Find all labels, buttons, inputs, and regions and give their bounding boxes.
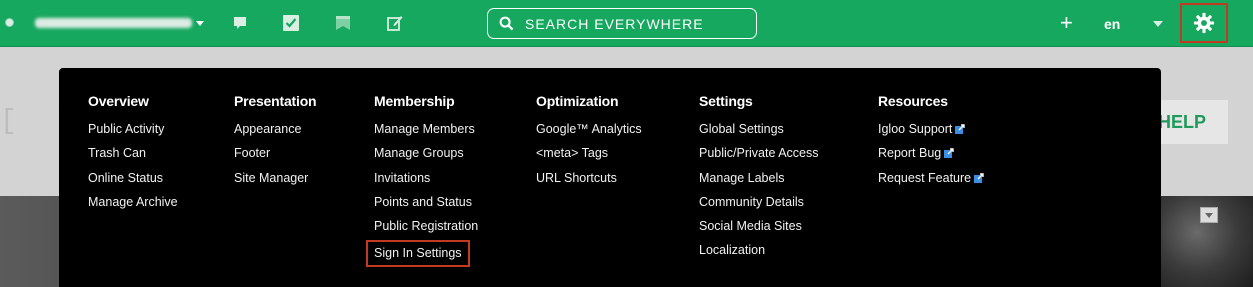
menu-item-global-settings[interactable]: Global Settings [699,122,819,146]
menu-item-public-activity[interactable]: Public Activity [88,122,178,146]
menu-item-sign-in-settings[interactable]: Sign In Settings [366,240,470,268]
menu-item-sign-in-settings-row: Sign In Settings [366,240,478,268]
menu-column-presentation: Presentation Appearance Footer Site Mana… [234,93,317,195]
menu-item-trash-can[interactable]: Trash Can [88,146,178,170]
menu-item-meta-tags[interactable]: <meta> Tags [536,146,642,170]
menu-item-manage-groups[interactable]: Manage Groups [374,146,478,170]
menu-heading-presentation: Presentation [234,93,317,109]
menu-item-manage-archive[interactable]: Manage Archive [88,195,178,219]
menu-item-social-media-sites[interactable]: Social Media Sites [699,219,819,243]
external-link-icon [974,172,984,183]
menu-item-online-status[interactable]: Online Status [88,171,178,195]
menu-item-appearance[interactable]: Appearance [234,122,316,146]
menu-heading-overview: Overview [88,93,149,109]
menu-item-report-bug-row: Report Bug [878,146,984,170]
bookmark-icon[interactable] [333,13,353,33]
admin-settings-menu: Overview Public Activity Trash Can Onlin… [59,68,1161,287]
menu-item-site-manager[interactable]: Site Manager [234,171,316,195]
help-button[interactable]: HELP [1150,100,1228,144]
menu-column-overview: Overview Public Activity Trash Can Onlin… [88,93,178,219]
language-caret-down-icon[interactable] [1153,21,1163,27]
search-icon [499,16,514,31]
menu-heading-optimization: Optimization [536,93,619,109]
site-switcher[interactable] [35,15,204,31]
menu-item-localization[interactable]: Localization [699,243,819,267]
language-selector-label[interactable]: en [1104,16,1120,32]
external-link-icon [944,148,954,159]
menu-item-google-analytics[interactable]: Google™ Analytics [536,122,642,146]
menu-item-manage-labels[interactable]: Manage Labels [699,171,819,195]
menu-item-request-feature[interactable]: Request Feature [878,171,971,185]
menu-column-optimization: Optimization Google™ Analytics <meta> Ta… [536,93,642,195]
search-input[interactable] [525,15,745,32]
menu-item-community-details[interactable]: Community Details [699,195,819,219]
top-navigation-bar: + en [0,0,1253,47]
menu-item-request-feature-row: Request Feature [878,171,984,195]
settings-gear-button[interactable] [1180,3,1228,43]
menu-item-invitations[interactable]: Invitations [374,171,478,195]
gear-icon [1193,12,1215,34]
site-name-redacted [35,18,192,28]
caret-down-icon [1205,212,1213,218]
search-box[interactable] [487,8,757,39]
menu-item-public-private-access[interactable]: Public/Private Access [699,146,819,170]
menu-heading-resources: Resources [878,93,948,109]
menu-item-manage-members[interactable]: Manage Members [374,122,478,146]
menu-item-url-shortcuts[interactable]: URL Shortcuts [536,171,642,195]
menu-item-igloo-support[interactable]: Igloo Support [878,122,952,136]
banner-dropdown-button[interactable] [1200,207,1218,223]
chat-icon[interactable] [230,13,250,33]
menu-heading-settings: Settings [699,93,753,109]
caret-down-icon [196,21,204,26]
menu-item-points-and-status[interactable]: Points and Status [374,195,478,219]
menu-column-resources: Resources Igloo Support Report Bug Reque… [878,93,984,195]
menu-item-igloo-support-row: Igloo Support [878,122,984,146]
menu-column-settings: Settings Global Settings Public/Private … [699,93,819,268]
collapse-dot-icon[interactable] [5,18,14,27]
plus-icon[interactable]: + [1060,10,1073,36]
external-link-icon [955,124,966,134]
menu-item-footer[interactable]: Footer [234,146,316,170]
edit-icon[interactable] [385,13,405,33]
checkbox-icon[interactable] [281,13,301,33]
menu-column-membership: Membership Manage Members Manage Groups … [366,93,478,268]
menu-heading-membership: Membership [374,93,455,109]
menu-item-report-bug[interactable]: Report Bug [878,146,941,160]
